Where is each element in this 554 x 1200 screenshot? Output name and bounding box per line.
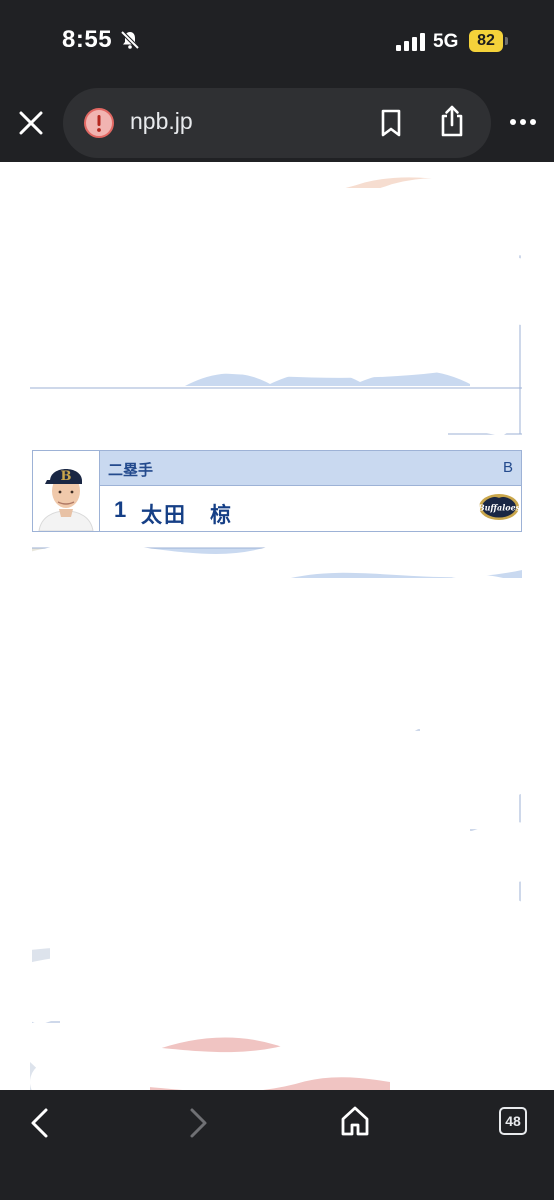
- player-name[interactable]: 太田 椋: [141, 499, 233, 529]
- signal-strength-icon: [396, 33, 425, 51]
- player-portrait-image: B: [33, 451, 99, 531]
- position-label: 二塁手: [108, 462, 154, 479]
- site-warning-icon[interactable]: [83, 107, 115, 139]
- network-type: 5G: [433, 31, 459, 52]
- bookmark-icon[interactable]: [378, 108, 404, 138]
- forward-arrow-icon[interactable]: [184, 1106, 212, 1140]
- status-time: 8:55: [62, 26, 113, 53]
- league-code: B: [502, 459, 513, 476]
- more-options-icon[interactable]: [508, 112, 538, 132]
- browser-top-chrome: 8:55 5G 82 npb.jp: [0, 0, 554, 162]
- battery-level: 82: [469, 30, 503, 52]
- redaction-scribble: 三塁: [0, 162, 554, 1090]
- card-header: 二塁手 B: [100, 451, 521, 486]
- team-logo: Buffaloes: [477, 494, 521, 520]
- battery-tip: [505, 37, 508, 45]
- url-text[interactable]: npb.jp: [130, 108, 193, 135]
- web-page-content: 三塁 B 二塁手 B 1 太田 椋 Buffaloes: [0, 162, 554, 1090]
- team-logo-text: Buffaloes: [477, 503, 521, 513]
- home-icon[interactable]: [338, 1104, 372, 1138]
- back-arrow-icon[interactable]: [26, 1106, 54, 1140]
- player-photo: B: [33, 451, 100, 531]
- close-icon[interactable]: [16, 108, 46, 138]
- bell-muted-icon: [120, 30, 140, 50]
- tab-count-button[interactable]: 48: [499, 1107, 527, 1135]
- uniform-number: 1: [114, 497, 127, 522]
- browser-bottom-toolbar: 48: [0, 1090, 554, 1200]
- svg-text:B: B: [61, 469, 72, 484]
- share-icon[interactable]: [438, 104, 466, 138]
- player-card[interactable]: B 二塁手 B 1 太田 椋 Buffaloes: [32, 450, 522, 532]
- address-bar[interactable]: [63, 88, 491, 158]
